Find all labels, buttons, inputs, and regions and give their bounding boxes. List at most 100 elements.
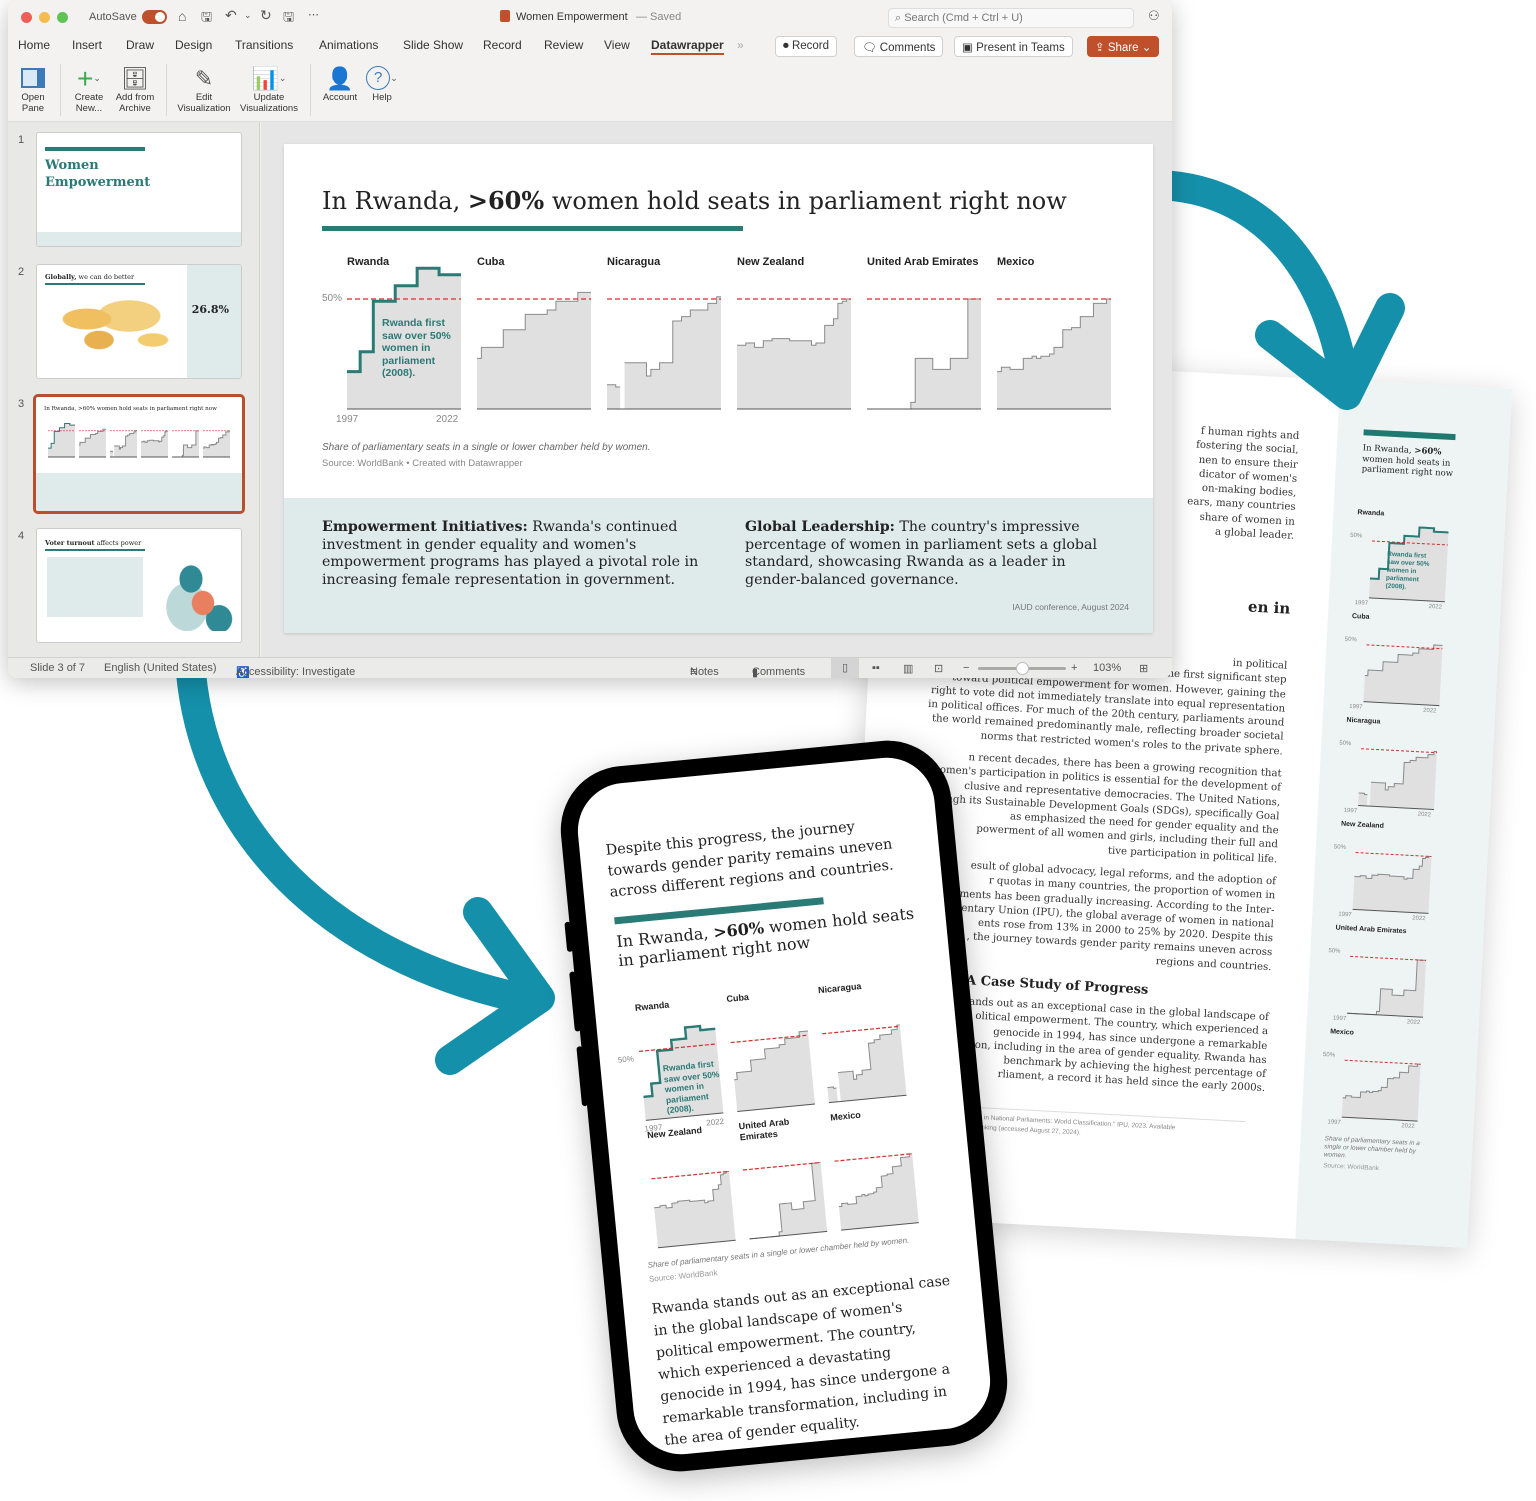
autosave-label: AutoSave — [89, 11, 137, 23]
create-new-button[interactable]: + ⌄ Create New... — [66, 64, 112, 114]
slide-thumbnail-2[interactable]: Globally, we can do better 26.8% — [36, 264, 242, 379]
phone-chart-source: Source: WorldBank — [648, 1268, 718, 1284]
slide-thumbnail-3-selected[interactable]: In Rwanda, >60% women hold seats in parl… — [33, 394, 245, 514]
thumbnail-title: In Rwanda, >60% women hold seats in parl… — [44, 406, 217, 412]
present-in-teams-button[interactable]: ▣ Present in Teams — [954, 36, 1073, 57]
tab-design[interactable]: Design — [175, 38, 212, 52]
sparkline-new-zealand — [651, 1170, 736, 1249]
record-icon: ⏺ — [783, 40, 792, 52]
slide-thumbnail-4[interactable]: Voter turnout affects power — [36, 528, 242, 643]
y-tick-50: 50% — [1350, 532, 1363, 540]
reference-line-50 — [651, 1170, 730, 1180]
slide-number: 2 — [18, 266, 25, 278]
sparkline-united-arab-emirates — [1347, 955, 1427, 1018]
thumbnail-title: Voter turnout affects power — [45, 539, 142, 547]
record-button[interactable]: ⏺ Record — [775, 36, 838, 57]
open-pane-button[interactable]: Open Pane — [14, 64, 52, 114]
area-mark — [48, 423, 75, 457]
sparkline-cuba — [79, 428, 106, 458]
tab-datawrapper[interactable]: Datawrapper — [651, 38, 724, 55]
undo-icon[interactable]: ↶ — [225, 7, 237, 24]
doc-chart-title: In Rwanda, >60% women hold seats in parl… — [1361, 443, 1454, 480]
phone-intro-text: Despite this progress, the journey towar… — [604, 818, 895, 901]
x-tick-start: 1997 — [1338, 911, 1352, 919]
global-leadership-text: Global Leadership: The country's impress… — [745, 519, 1097, 588]
tab-insert[interactable]: Insert — [72, 38, 102, 52]
collaborate-icon[interactable]: ⚇ — [1148, 8, 1160, 24]
share-button[interactable]: ⇪ Share ⌄ — [1087, 36, 1160, 57]
reading-view-button[interactable]: ▥ — [903, 662, 913, 675]
chevron-down-icon[interactable]: ⌄ — [244, 10, 252, 21]
zoom-slider[interactable] — [978, 662, 1066, 675]
area-mark — [734, 1030, 815, 1112]
x-tick-end: 2022 — [705, 1116, 725, 1128]
slide-info-band: Empowerment Initiatives: Rwanda's contin… — [284, 498, 1153, 633]
more-tabs-icon[interactable]: » — [737, 38, 744, 52]
teal-rule — [1363, 429, 1456, 441]
status-bar: Slide 3 of 7 English (United States) ♿ A… — [8, 657, 1172, 678]
x-tick-end: 2022 — [1406, 1019, 1421, 1027]
reference-line-50 — [822, 1025, 900, 1035]
doc-paragraph: n recent decades, there has been a growi… — [917, 749, 1282, 868]
tab-draw[interactable]: Draw — [126, 38, 154, 52]
tab-review[interactable]: Review — [544, 38, 583, 52]
language-indicator[interactable]: English (United States) — [104, 662, 217, 674]
tab-slide-show[interactable]: Slide Show — [403, 38, 463, 52]
add-from-archive-button[interactable]: 🗄 Add from Archive — [112, 64, 158, 114]
slide-canvas[interactable]: In Rwanda, >60% women hold seats in parl… — [284, 144, 1153, 633]
help-icon: ? — [366, 66, 391, 90]
update-visualizations-button[interactable]: 📊 ⌄ Update Visualizations — [236, 64, 302, 114]
slide-title: In Rwanda, >60% women hold seats in parl… — [322, 186, 1067, 215]
rwanda-annotation: Rwanda first saw over 50% women in parli… — [662, 1058, 720, 1116]
redo-icon[interactable]: ↻ — [260, 7, 272, 24]
teams-icon: ▣ — [962, 42, 977, 54]
close-window-button[interactable] — [21, 12, 32, 23]
autosave-toggle[interactable] — [142, 10, 167, 24]
reference-line-50 — [742, 1161, 821, 1171]
reference-line-50 — [1344, 1059, 1421, 1065]
arrow-to-document — [1145, 170, 1360, 400]
minimize-window-button[interactable] — [39, 12, 50, 23]
title-underline — [322, 226, 743, 231]
save-icon[interactable]: 🖫 — [201, 8, 212, 30]
slide-sorter-button[interactable]: ▪▪ — [872, 662, 880, 674]
sparkline-united-arab-emirates — [742, 1161, 828, 1240]
more-icon[interactable]: ⋯ — [308, 8, 319, 21]
area-mark — [607, 384, 621, 409]
area-mark — [867, 299, 981, 409]
slide-show-button[interactable]: ⊡ — [934, 662, 943, 675]
save-as-icon[interactable]: 🖫 — [283, 8, 294, 30]
x-tick-end: 2022 — [1422, 707, 1437, 715]
help-button[interactable]: ? ⌄ Help — [364, 64, 400, 103]
x-tick-start: 1997 — [1343, 807, 1358, 815]
account-button[interactable]: 👤 Account — [318, 64, 362, 103]
normal-view-button[interactable]: ▯ — [831, 658, 859, 678]
fit-to-window-button[interactable]: ⊞ — [1139, 662, 1148, 675]
edit-visualization-button[interactable]: ✎ Edit Visualization — [174, 64, 234, 114]
area-mark — [79, 429, 106, 457]
comments-button[interactable]: 🗨 Comments — [854, 36, 944, 57]
slide-thumbnail-1[interactable]: Women Empowerment — [36, 132, 242, 247]
tab-transitions[interactable]: Transitions — [235, 38, 293, 52]
zoom-in-button[interactable]: + — [1071, 662, 1077, 674]
zoom-out-button[interactable]: − — [963, 662, 969, 674]
sparkline-nicaragua — [110, 429, 137, 458]
thumbnail-title: Women Empowerment — [45, 158, 151, 190]
maximize-window-button[interactable] — [57, 12, 68, 23]
zoom-level[interactable]: 103% — [1093, 662, 1121, 674]
x-tick-end: 2022 — [1417, 811, 1432, 819]
tab-animations[interactable]: Animations — [319, 38, 378, 52]
tab-record[interactable]: Record — [483, 38, 522, 52]
search-input[interactable]: ⌕ Search (Cmd + Ctrl + U) — [888, 8, 1134, 28]
doc-chart-label-1: Cuba — [1351, 612, 1370, 621]
zoom-slider-handle[interactable] — [1016, 662, 1029, 675]
document-title: Women Empowerment — [516, 11, 628, 23]
doc-chart-caption: Share of parliamentary seats in a single… — [1323, 1135, 1421, 1160]
slide-thumbnails-panel[interactable]: 1 Women Empowerment 2 Globally, we can d… — [8, 122, 260, 657]
arrow-head — [435, 897, 555, 1075]
tab-home[interactable]: Home — [18, 38, 50, 52]
tab-view[interactable]: View — [604, 38, 630, 52]
doc-chart-label-2: Nicaragua — [1346, 716, 1381, 726]
phone-mockup: Despite this progress, the journey towar… — [554, 734, 1014, 1478]
home-icon[interactable]: ⌂ — [178, 8, 186, 24]
